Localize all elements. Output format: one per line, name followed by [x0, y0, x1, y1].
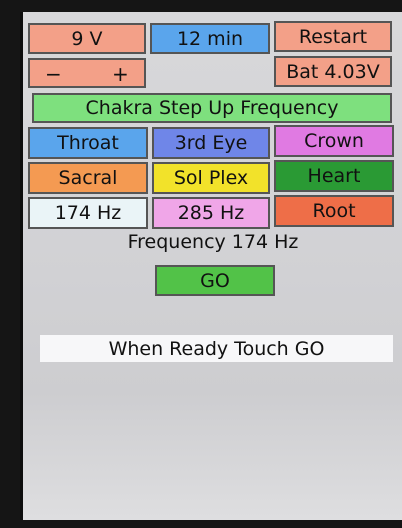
go-button[interactable]: GO — [155, 265, 275, 296]
go-label: GO — [200, 269, 230, 292]
frequency-readout: Frequency 174 Hz — [127, 231, 299, 253]
voltage-label: 9 V — [71, 27, 103, 50]
freq-174-label: 174 Hz — [54, 202, 122, 224]
message-label: When Ready Touch GO — [108, 337, 325, 360]
mode-banner[interactable]: Chakra Step Up Frequency — [32, 93, 392, 123]
solar-plexus-label: Sol Plex — [173, 167, 249, 189]
freq-285-button[interactable]: 285 Hz — [152, 197, 270, 229]
timer-label: 12 min — [176, 27, 244, 50]
throat-button[interactable]: Throat — [28, 127, 148, 159]
root-button[interactable]: Root — [274, 195, 394, 227]
third-eye-label: 3rd Eye — [174, 132, 248, 154]
timer-button[interactable]: 12 min — [150, 23, 270, 54]
device-frame: 9 V 12 min Restart − + Bat 4.03V Chakra … — [0, 0, 402, 528]
minus-button[interactable]: − — [45, 62, 62, 86]
voltage-button[interactable]: 9 V — [28, 23, 146, 54]
battery-indicator: Bat 4.03V — [274, 56, 392, 87]
mode-label: Chakra Step Up Frequency — [85, 97, 339, 119]
root-label: Root — [312, 200, 356, 222]
adjust-button[interactable]: − + — [28, 58, 146, 88]
sacral-label: Sacral — [58, 167, 118, 189]
third-eye-button[interactable]: 3rd Eye — [152, 127, 270, 159]
restart-label: Restart — [298, 25, 368, 48]
restart-button[interactable]: Restart — [274, 21, 392, 52]
freq-285-label: 285 Hz — [177, 202, 245, 224]
throat-label: Throat — [57, 132, 119, 154]
battery-label: Bat 4.03V — [286, 60, 380, 83]
sacral-button[interactable]: Sacral — [28, 162, 148, 194]
heart-button[interactable]: Heart — [274, 160, 394, 192]
crown-button[interactable]: Crown — [274, 125, 394, 157]
heart-label: Heart — [307, 165, 361, 187]
touch-screen: 9 V 12 min Restart − + Bat 4.03V Chakra … — [20, 12, 402, 520]
plus-button[interactable]: + — [112, 62, 129, 86]
crown-label: Crown — [304, 130, 364, 152]
solar-plexus-button[interactable]: Sol Plex — [152, 162, 270, 194]
freq-174-button[interactable]: 174 Hz — [28, 197, 148, 229]
message-bar: When Ready Touch GO — [40, 335, 393, 362]
